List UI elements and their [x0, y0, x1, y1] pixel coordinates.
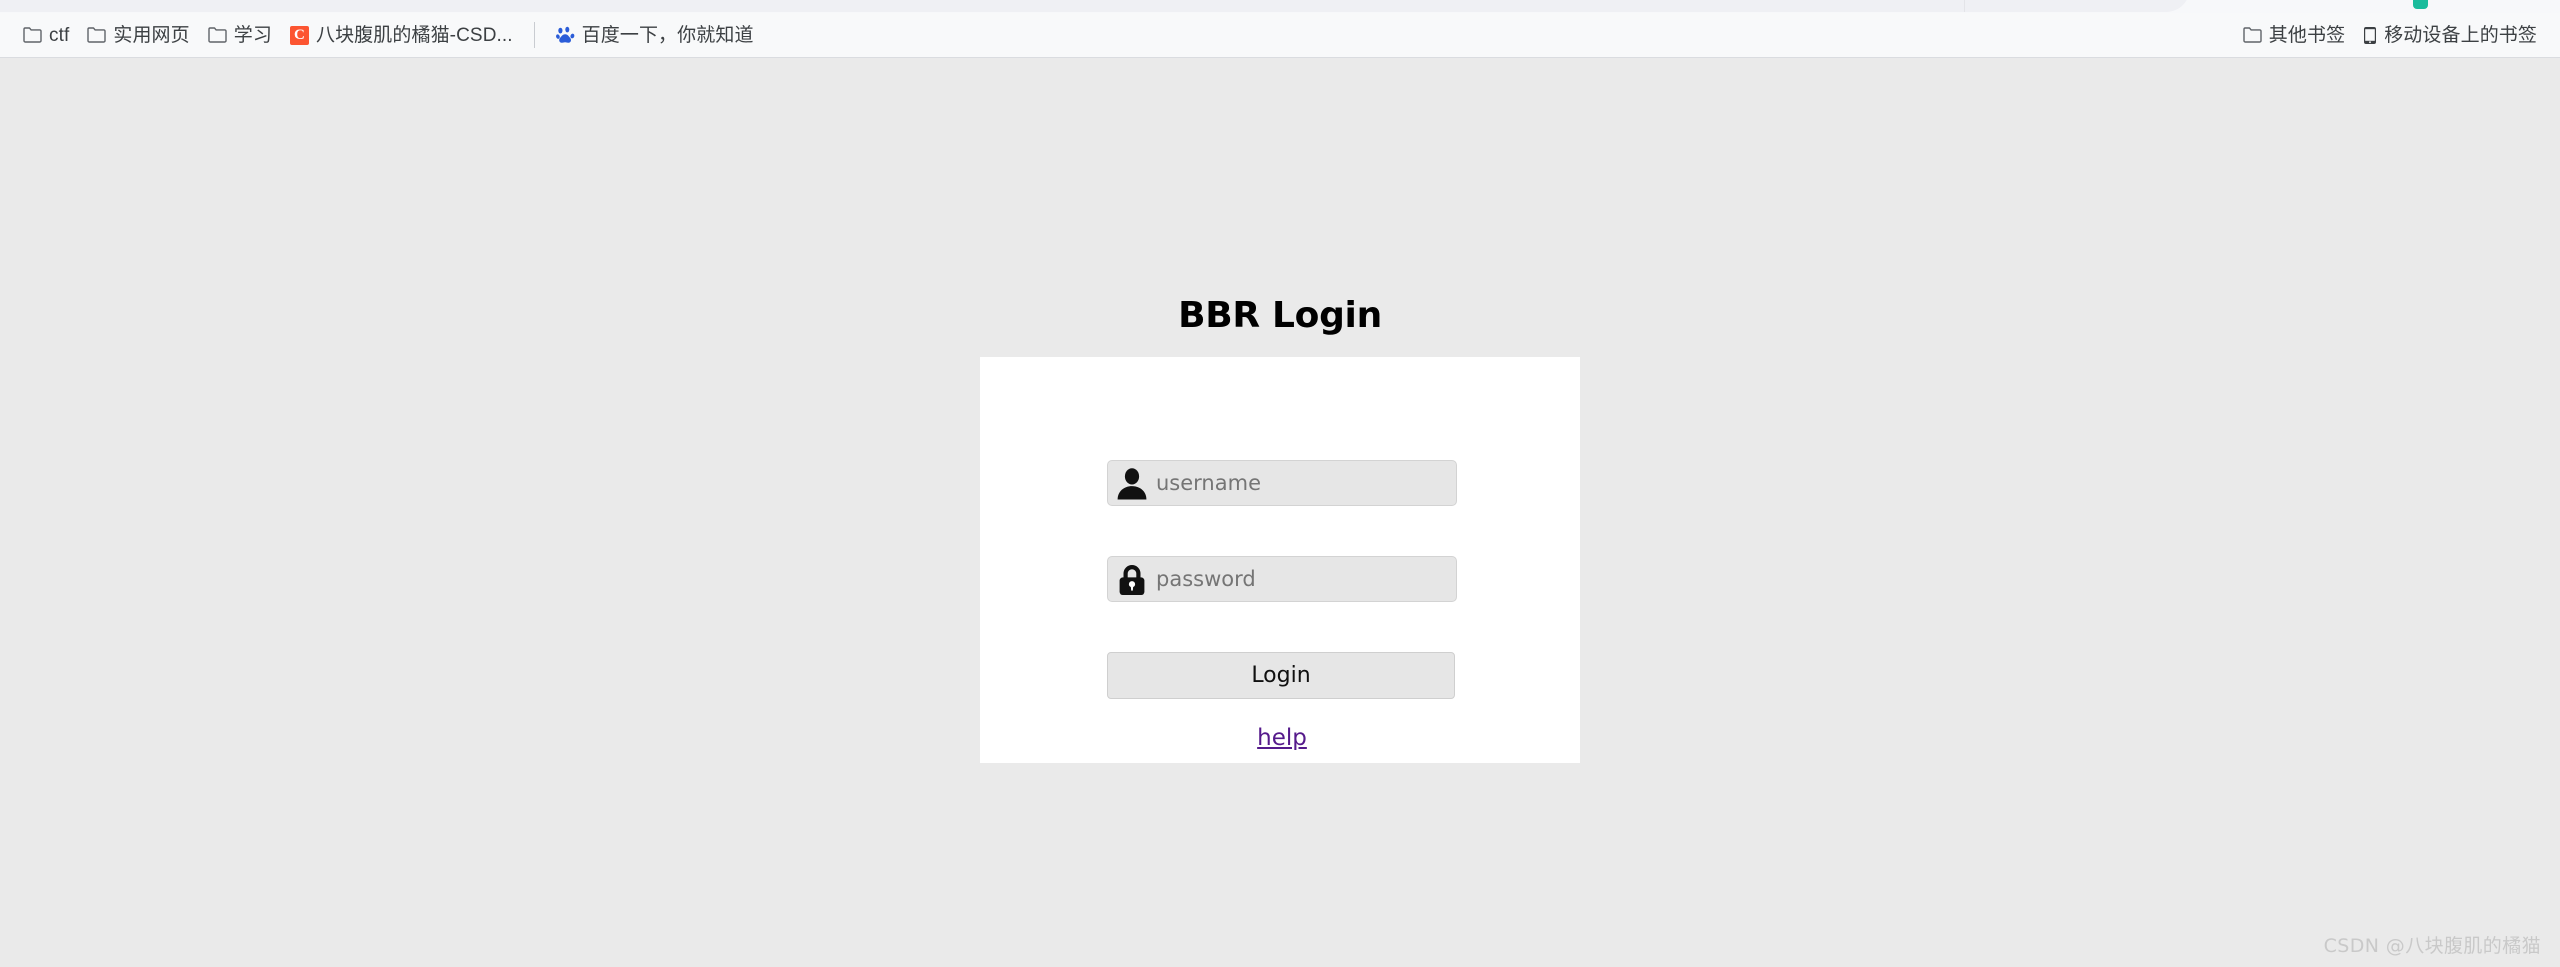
login-card: Login help [980, 357, 1580, 763]
bookmark-item-study[interactable]: 学习 [199, 19, 281, 51]
bookmark-label: 百度一下，你就知道 [581, 24, 754, 46]
bookmark-label: 实用网页 [113, 24, 190, 46]
bookmark-item-useful-pages[interactable]: 实用网页 [78, 19, 198, 51]
bookmark-item-csdn-blog[interactable]: C 八块腹肌的橘猫-CSD... [281, 19, 522, 51]
bookmark-label: 八块腹肌的橘猫-CSD... [315, 24, 513, 46]
login-header-wrap: BBR Login [980, 58, 1580, 336]
page-title: BBR Login [1178, 295, 1382, 336]
csdn-favicon: C [289, 25, 309, 45]
folder-icon [23, 27, 42, 43]
password-field-group [1107, 556, 1457, 602]
toolbar-divider [1964, 0, 1965, 12]
folder-icon [208, 27, 227, 43]
login-button[interactable]: Login [1107, 652, 1455, 699]
omnibox-sliver[interactable] [0, 0, 2190, 12]
folder-icon [87, 27, 107, 43]
bookmark-label: 学习 [233, 24, 272, 46]
bookmark-label: ctf [49, 24, 70, 46]
csdn-watermark: CSDN @八块腹肌的橘猫 [2323, 935, 2541, 957]
baidu-favicon [555, 26, 575, 45]
username-input[interactable] [1107, 460, 1457, 506]
username-field-group [1107, 460, 1457, 506]
bookmarks-right-group: 其他书签 移动设备上的书签 [2234, 19, 2546, 51]
bookmark-label: 移动设备上的书签 [2384, 24, 2537, 46]
help-row: help [1107, 725, 1457, 751]
page-content: BBR Login username Login help CSDN @八块腹肌… [0, 58, 2560, 967]
bookmarks-bar: ctf 实用网页 学习 C 八块腹肌的橘猫-CSD... 百度一下，你就知道 其… [0, 13, 2560, 58]
bookmark-item-other-bookmarks[interactable]: 其他书签 [2234, 19, 2354, 51]
bookmark-item-mobile-bookmarks[interactable]: 移动设备上的书签 [2354, 19, 2546, 51]
mobile-device-icon [2363, 26, 2377, 45]
login-form: Login help [1107, 460, 1457, 751]
bookmark-item-ctf[interactable]: ctf [14, 19, 78, 51]
bookmarks-separator [533, 22, 535, 48]
help-link[interactable]: help [1257, 725, 1307, 751]
folder-icon [2243, 27, 2262, 43]
browser-toolbar-sliver [0, 0, 2560, 13]
password-input[interactable] [1107, 556, 1457, 602]
extension-icon[interactable] [2413, 0, 2428, 9]
bookmark-label: 其他书签 [2268, 24, 2346, 46]
bookmarks-left-group: ctf 实用网页 学习 C 八块腹肌的橘猫-CSD... 百度一下，你就知道 [14, 19, 2234, 51]
bookmark-item-baidu[interactable]: 百度一下，你就知道 [547, 19, 763, 51]
